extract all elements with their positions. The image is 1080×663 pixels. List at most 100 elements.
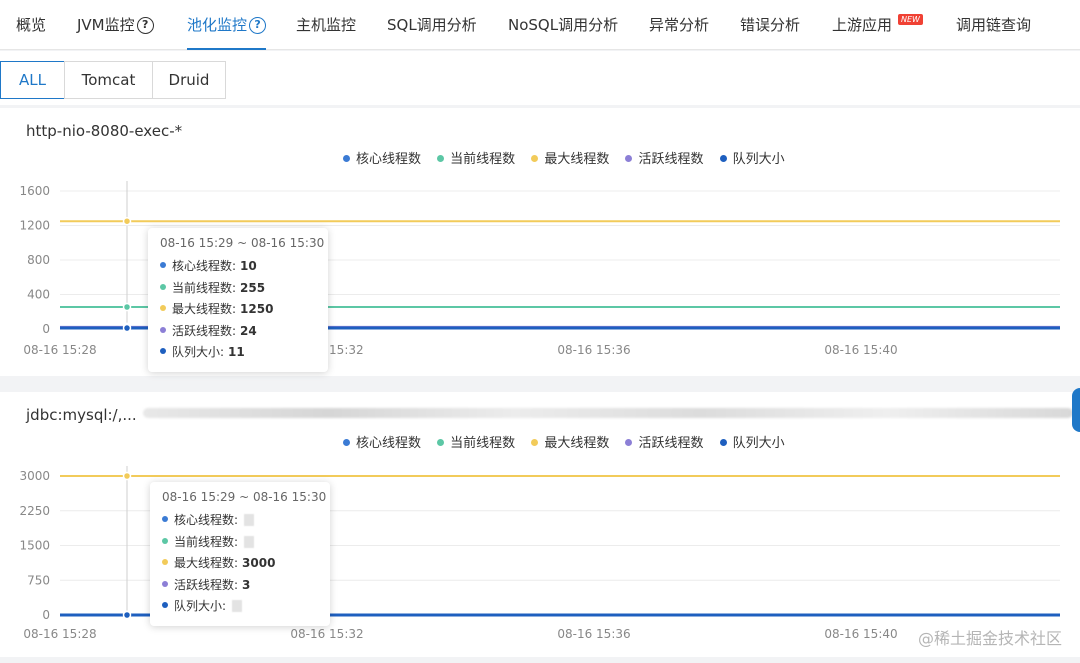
subtab-label: Tomcat bbox=[81, 71, 136, 89]
subtab-label: ALL bbox=[19, 71, 46, 89]
tooltip-value: 24 bbox=[240, 323, 257, 338]
tooltip-row: 核心线程数: bbox=[162, 510, 318, 532]
tooltip-value: 3000 bbox=[242, 556, 276, 571]
tab-pool-monitor[interactable]: 池化监控? bbox=[187, 0, 267, 50]
tooltip-label: 当前线程数: bbox=[172, 280, 237, 295]
tooltip-label: 活跃线程数: bbox=[174, 577, 239, 592]
x-tick-label: 08-16 15:36 bbox=[557, 627, 630, 641]
x-tick-label: 08-16 15:28 bbox=[23, 343, 96, 357]
tab-jvm-monitor[interactable]: JVM监控? bbox=[77, 0, 154, 50]
pool-chart-panel: http-nio-8080-exec-* 核心线程数 当前线程数 最大线程数 活… bbox=[0, 108, 1080, 376]
tooltip-row: 当前线程数: 255 bbox=[160, 278, 316, 300]
chart-tooltip: 08-16 15:29 ~ 08-16 15:30 核心线程数: 10 当前线程数… bbox=[148, 228, 328, 372]
y-tick-label: 1500 bbox=[19, 539, 50, 553]
y-tick-label: 2250 bbox=[19, 504, 50, 518]
help-icon[interactable]: ? bbox=[249, 17, 267, 34]
series-point bbox=[122, 216, 132, 226]
pool-type-filter: ALL Tomcat Druid bbox=[0, 51, 1080, 105]
tooltip-dot bbox=[160, 283, 166, 290]
x-tick-label: 08-16 15:40 bbox=[824, 343, 897, 357]
tooltip-dot bbox=[162, 559, 168, 566]
tooltip-dot bbox=[160, 262, 166, 268]
tooltip-value: 3 bbox=[242, 577, 251, 592]
floating-side-button[interactable] bbox=[1072, 388, 1080, 432]
tab-label: 概览 bbox=[16, 16, 47, 34]
help-icon[interactable]: ? bbox=[136, 17, 154, 34]
tooltip-label: 最大线程数: bbox=[172, 302, 237, 317]
series-point bbox=[122, 302, 132, 312]
tooltip-row: 最大线程数: 3000 bbox=[162, 553, 318, 575]
redacted-value bbox=[232, 600, 243, 613]
tooltip-row: 队列大小: 11 bbox=[160, 342, 316, 364]
y-tick-label: 750 bbox=[27, 573, 50, 587]
tab-sql-analysis[interactable]: SQL调用分析 bbox=[387, 0, 477, 50]
new-badge: NEW bbox=[898, 14, 923, 25]
chart-tooltip: 08-16 15:29 ~ 08-16 15:30 核心线程数: 当前线程数: … bbox=[150, 482, 330, 626]
x-tick-label: 08-16 15:32 bbox=[290, 627, 363, 641]
redacted-value bbox=[244, 514, 255, 526]
tooltip-value: 10 bbox=[240, 259, 257, 273]
tooltip-dot bbox=[160, 326, 166, 333]
tooltip-dot bbox=[162, 537, 168, 544]
tooltip-dot bbox=[160, 348, 166, 355]
tab-upstream-apps[interactable]: 上游应用 NEW bbox=[832, 0, 923, 50]
tooltip-title: 08-16 15:29 ~ 08-16 15:30 bbox=[162, 490, 327, 504]
tab-label: SQL调用分析 bbox=[387, 16, 477, 34]
tooltip-dot bbox=[162, 602, 168, 609]
y-tick-label: 800 bbox=[27, 253, 50, 267]
tab-label: 池化监控 bbox=[187, 16, 248, 34]
top-tab-bar: 概览 JVM监控? 池化监控? 主机监控 SQL调用分析 NoSQL调用分析 异… bbox=[0, 0, 1080, 50]
x-tick-label: 08-16 15:28 bbox=[23, 627, 96, 641]
tooltip-value: 1250 bbox=[240, 302, 274, 317]
y-tick-label: 1200 bbox=[19, 219, 50, 233]
tooltip-dot bbox=[162, 580, 168, 587]
tooltip-dot bbox=[160, 305, 166, 312]
y-tick-label: 0 bbox=[42, 608, 50, 622]
subtab-label: Druid bbox=[168, 71, 210, 89]
x-tick-label: 08-16 15:36 bbox=[557, 343, 630, 357]
tooltip-value: 255 bbox=[240, 280, 266, 295]
tab-label: 错误分析 bbox=[740, 16, 801, 34]
tooltip-label: 核心线程数: bbox=[174, 513, 239, 527]
tooltip-label: 活跃线程数: bbox=[172, 323, 237, 338]
tab-label: JVM监控 bbox=[77, 16, 135, 34]
tooltip-title: 08-16 15:29 ~ 08-16 15:30 bbox=[160, 236, 325, 250]
redacted-value bbox=[244, 535, 255, 548]
tooltip-row: 核心线程数: 10 bbox=[160, 256, 316, 278]
tab-label: 异常分析 bbox=[649, 16, 710, 34]
tooltip-value: 11 bbox=[228, 345, 245, 360]
tooltip-label: 队列大小: bbox=[174, 599, 227, 614]
subtab-all[interactable]: ALL bbox=[0, 61, 65, 99]
tab-label: 调用链查询 bbox=[956, 16, 1032, 34]
tab-label: 上游应用 bbox=[832, 16, 893, 34]
series-point bbox=[122, 610, 132, 620]
tab-trace-query[interactable]: 调用链查询 bbox=[956, 0, 1031, 50]
tooltip-row: 活跃线程数: 3 bbox=[162, 575, 318, 597]
tab-overview[interactable]: 概览 bbox=[16, 0, 46, 50]
tooltip-label: 当前线程数: bbox=[174, 534, 239, 549]
y-tick-label: 400 bbox=[27, 288, 50, 302]
tooltip-dot bbox=[162, 516, 168, 522]
series-point bbox=[122, 471, 132, 481]
tooltip-label: 最大线程数: bbox=[174, 556, 239, 571]
tooltip-label: 队列大小: bbox=[172, 345, 225, 360]
tab-label: 主机监控 bbox=[296, 16, 357, 34]
tab-error-analysis[interactable]: 错误分析 bbox=[740, 0, 800, 50]
tooltip-label: 核心线程数: bbox=[172, 259, 237, 273]
pool-chart-panel: jdbc:mysql:/,... 核心线程数 当前线程数 最大线程数 活跃线程数… bbox=[0, 392, 1080, 657]
subtab-tomcat[interactable]: Tomcat bbox=[64, 61, 153, 99]
tab-nosql-analysis[interactable]: NoSQL调用分析 bbox=[508, 0, 618, 50]
y-tick-label: 3000 bbox=[19, 469, 50, 483]
x-tick-label: 08-16 15:40 bbox=[824, 627, 897, 641]
tooltip-row: 活跃线程数: 24 bbox=[160, 321, 316, 343]
tab-label: NoSQL调用分析 bbox=[508, 16, 619, 34]
tab-host-monitor[interactable]: 主机监控 bbox=[296, 0, 356, 50]
tooltip-row: 最大线程数: 1250 bbox=[160, 299, 316, 321]
y-tick-label: 1600 bbox=[19, 184, 50, 198]
y-tick-label: 0 bbox=[42, 322, 50, 336]
watermark: @稀土掘金技术社区 bbox=[917, 629, 1062, 648]
series-point bbox=[122, 323, 132, 333]
tab-exception-analysis[interactable]: 异常分析 bbox=[649, 0, 709, 50]
subtab-druid[interactable]: Druid bbox=[152, 61, 226, 99]
tooltip-row: 队列大小: bbox=[162, 596, 318, 618]
